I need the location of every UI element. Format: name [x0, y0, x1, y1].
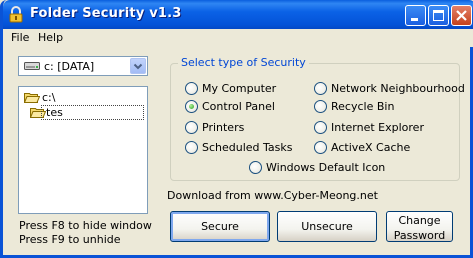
change-password-label-line2: Password: [393, 229, 446, 242]
menu-bar: File Help: [6, 29, 473, 47]
title-bar[interactable]: Folder Security v1.3: [3, 0, 473, 29]
radio-circle: [185, 82, 198, 95]
unsecure-button[interactable]: Unsecure: [277, 211, 377, 242]
radio-label: Windows Default Icon: [266, 161, 386, 174]
download-link-text: Download from www.Cyber-Meong.net: [167, 189, 378, 202]
radio-label: My Computer: [202, 82, 277, 95]
directory-item-tes[interactable]: tes: [21, 105, 145, 121]
lock-icon: [9, 6, 23, 23]
directory-item-label: tes: [46, 106, 63, 119]
radio-circle: [249, 161, 262, 174]
radio-label: ActiveX Cache: [331, 141, 411, 154]
radio-circle: [185, 121, 198, 134]
radio-checked-dot: [189, 104, 194, 109]
window-title: Folder Security v1.3: [30, 6, 182, 21]
radio-label: Scheduled Tasks: [202, 141, 293, 154]
open-folder-icon: [24, 93, 40, 103]
directory-item-root[interactable]: c:\: [21, 90, 145, 106]
maximize-icon: [433, 10, 444, 21]
change-password-button[interactable]: Change Password: [386, 211, 453, 242]
dropdown-arrow-button[interactable]: [130, 58, 146, 74]
radio-circle: [314, 141, 327, 154]
close-button[interactable]: [451, 5, 472, 26]
secure-button[interactable]: Secure: [170, 211, 270, 242]
drive-select[interactable]: c: [DATA]: [18, 56, 148, 76]
drive-select-value: c: [DATA]: [44, 60, 95, 73]
secure-button-label: Secure: [201, 220, 239, 233]
minimize-icon: [411, 18, 418, 21]
radio-circle: [314, 82, 327, 95]
radio-label: Control Panel: [202, 100, 275, 113]
maximize-button[interactable]: [428, 5, 449, 26]
drive-icon: [24, 62, 40, 70]
directory-item-label: c:\: [42, 91, 56, 104]
radio-circle: [314, 121, 327, 134]
security-type-legend: Select type of Security: [178, 56, 309, 69]
hint-hide-window: Press F8 to hide window: [19, 219, 152, 232]
radio-label: Printers: [202, 121, 245, 134]
minimize-button[interactable]: [405, 5, 426, 26]
hint-unhide-window: Press F9 to unhide: [19, 233, 121, 246]
radio-label: Network Neighbourhood: [331, 82, 465, 95]
menu-file[interactable]: File: [11, 31, 29, 44]
unsecure-button-label: Unsecure: [301, 220, 353, 233]
radio-label: Internet Explorer: [331, 121, 424, 134]
radio-circle: [185, 141, 198, 154]
close-icon: [456, 10, 467, 21]
radio-circle: [314, 100, 327, 113]
change-password-label-line1: Change: [398, 214, 441, 227]
menu-help[interactable]: Help: [38, 31, 63, 44]
radio-label: Recycle Bin: [331, 100, 395, 113]
directory-list[interactable]: c:\ tes: [18, 86, 148, 214]
radio-circle: [185, 100, 198, 113]
chevron-down-icon: [133, 63, 143, 70]
